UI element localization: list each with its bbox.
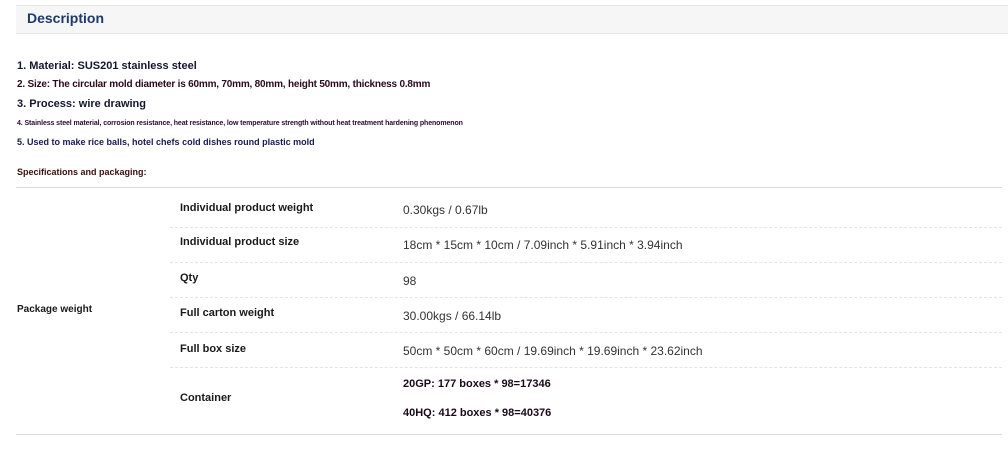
row-label-carton-weight: Full carton weight	[180, 307, 275, 319]
row-label-qty: Qty	[180, 272, 199, 284]
row-value-container-40hq: 40HQ: 412 boxes * 98=40376	[403, 407, 552, 419]
row-value-qty: 98	[403, 274, 417, 288]
feature-usage: 5. Used to make rice balls, hotel chefs …	[17, 137, 315, 147]
feature-process: 3. Process: wire drawing	[17, 98, 146, 110]
row-value-carton-weight: 30.00kgs / 66.14lb	[403, 309, 502, 323]
row-divider	[170, 367, 1002, 368]
table-bottom-border	[16, 434, 1002, 435]
description-title: Description	[27, 10, 105, 26]
package-weight-label: Package weight	[17, 304, 93, 315]
specifications-title: Specifications and packaging:	[17, 167, 147, 177]
row-divider	[170, 262, 1002, 263]
row-divider	[170, 297, 1002, 298]
row-value-box-size: 50cm * 50cm * 60cm / 19.69inch * 19.69in…	[403, 344, 703, 358]
row-label-product-weight: Individual product weight	[180, 202, 314, 214]
row-divider	[170, 332, 1002, 333]
table-top-border	[16, 187, 1002, 188]
row-divider	[170, 227, 1002, 228]
row-value-product-weight: 0.30kgs / 0.67lb	[403, 203, 488, 217]
row-label-container: Container	[180, 392, 232, 404]
row-value-product-size: 18cm * 15cm * 10cm / 7.09inch * 5.91inch…	[403, 238, 683, 252]
feature-size: 2. Size: The circular mold diameter is 6…	[17, 79, 431, 90]
row-label-product-size: Individual product size	[180, 236, 300, 248]
row-label-box-size: Full box size	[180, 343, 247, 355]
row-value-container-20gp: 20GP: 177 boxes * 98=17346	[403, 378, 551, 390]
description-header: Description	[16, 5, 1008, 34]
feature-material: 1. Material: SUS201 stainless steel	[17, 60, 197, 72]
feature-properties: 4. Stainless steel material, corrosion r…	[17, 120, 463, 127]
